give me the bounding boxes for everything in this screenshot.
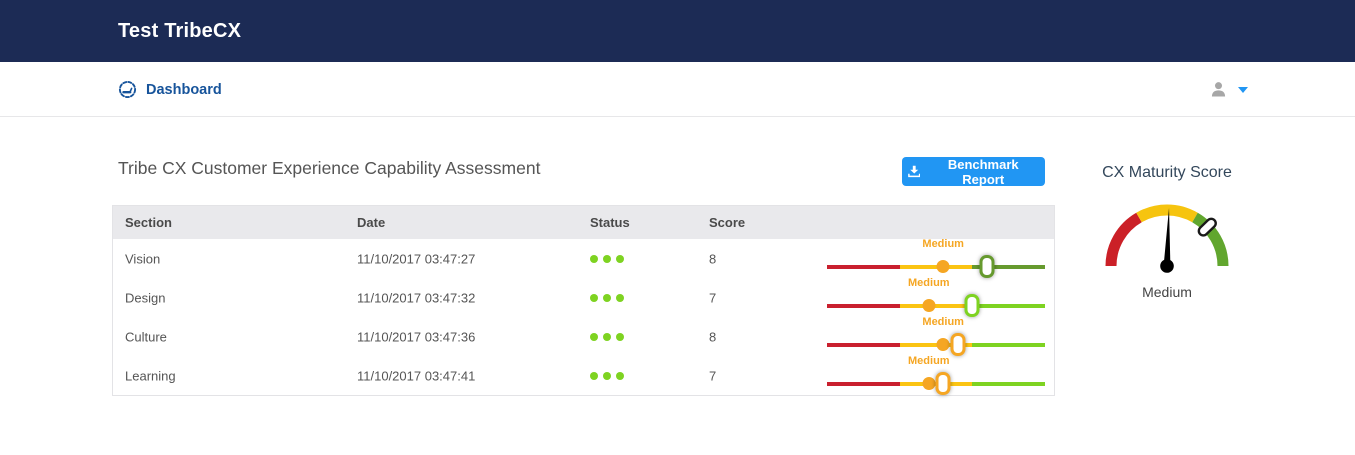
status-dot [603,254,611,263]
status-dot [603,332,611,341]
assessment-table: Section Date Status Score Vision 11/10/2… [112,205,1055,396]
app-header: Test TribeCX [0,0,1355,62]
score-cell: 8 [709,251,717,266]
gauge-title: CX Maturity Score [1102,164,1232,181]
gauge-value-label: Medium [1142,284,1192,300]
slider-score-dot [936,260,950,273]
section-cell: Design [125,290,166,305]
section-cell: Vision [125,251,161,266]
chevron-down-icon [1238,86,1248,93]
cx-maturity-score-panel: CX Maturity Score Medium [1092,164,1242,300]
slider-green-segment [972,343,1045,347]
slider-red-segment [827,343,900,347]
page-title: Tribe CX Customer Experience Capability … [118,158,541,178]
status-cell [590,332,624,341]
table-row: Vision 11/10/2017 03:47:27 8 Medium [113,238,1054,278]
slider-handle[interactable] [950,333,966,356]
status-cell [590,293,624,302]
slider-yellow-segment [899,304,973,308]
status-dot [590,293,598,302]
column-header-date: Date [357,215,386,230]
status-dot [603,293,611,302]
status-dot [616,371,624,380]
slider-handle[interactable] [964,294,980,317]
date-cell: 11/10/2017 03:47:32 [357,290,476,305]
status-dot [590,254,598,263]
status-dot [590,371,598,380]
date-cell: 11/10/2017 03:47:36 [357,329,476,344]
slider-red-segment [827,382,900,386]
column-header-score: Score [709,215,746,230]
score-slider[interactable]: Medium [827,277,1045,317]
status-cell [590,254,624,263]
status-cell [590,371,624,380]
column-header-section: Section [125,215,172,230]
section-cell: Culture [125,329,167,344]
dashboard-gauge-icon [118,80,137,99]
date-cell: 11/10/2017 03:47:41 [357,368,476,383]
column-header-status: Status [590,215,630,230]
nav-item-dashboard[interactable]: Dashboard [118,62,222,117]
date-cell: 11/10/2017 03:47:27 [357,251,476,266]
user-menu[interactable] [1210,62,1248,117]
slider-medium-label: Medium [908,277,950,289]
score-slider[interactable]: Medium [827,238,1045,278]
status-dot [590,332,598,341]
table-row: Culture 11/10/2017 03:47:36 8 Medium [113,316,1054,356]
gauge-needle [1160,208,1174,273]
status-dot [616,293,624,302]
nav-dashboard-label: Dashboard [146,81,222,98]
slider-green-segment [972,304,1045,308]
status-dot [616,332,624,341]
slider-red-segment [827,265,900,269]
table-header-row: Section Date Status Score [113,206,1054,239]
slider-medium-label: Medium [922,238,964,250]
benchmark-report-label: Benchmark Report [947,156,1019,187]
table-row: Design 11/10/2017 03:47:32 7 Medium [113,277,1054,317]
slider-handle[interactable] [935,372,951,395]
slider-score-dot [922,299,936,312]
table-row: Learning 11/10/2017 03:47:41 7 Medium [113,355,1054,395]
slider-medium-label: Medium [908,355,950,367]
slider-red-segment [827,304,900,308]
user-icon [1211,82,1226,97]
nav-bar: Dashboard [0,62,1355,117]
benchmark-report-button[interactable]: Benchmark Report [902,156,1045,187]
score-cell: 7 [709,368,717,383]
score-cell: 7 [709,290,717,305]
score-slider[interactable]: Medium [827,355,1045,395]
slider-score-dot [922,377,936,390]
score-slider[interactable]: Medium [827,316,1045,356]
status-dot [616,254,624,263]
status-dot [603,371,611,380]
download-icon [908,165,921,178]
slider-score-dot [936,338,950,351]
app-title: Test TribeCX [118,20,242,42]
section-cell: Learning [125,368,176,383]
slider-handle[interactable] [979,255,995,278]
score-cell: 8 [709,329,717,344]
slider-medium-label: Medium [922,316,964,328]
slider-green-segment [972,382,1045,386]
maturity-gauge [1105,204,1229,273]
